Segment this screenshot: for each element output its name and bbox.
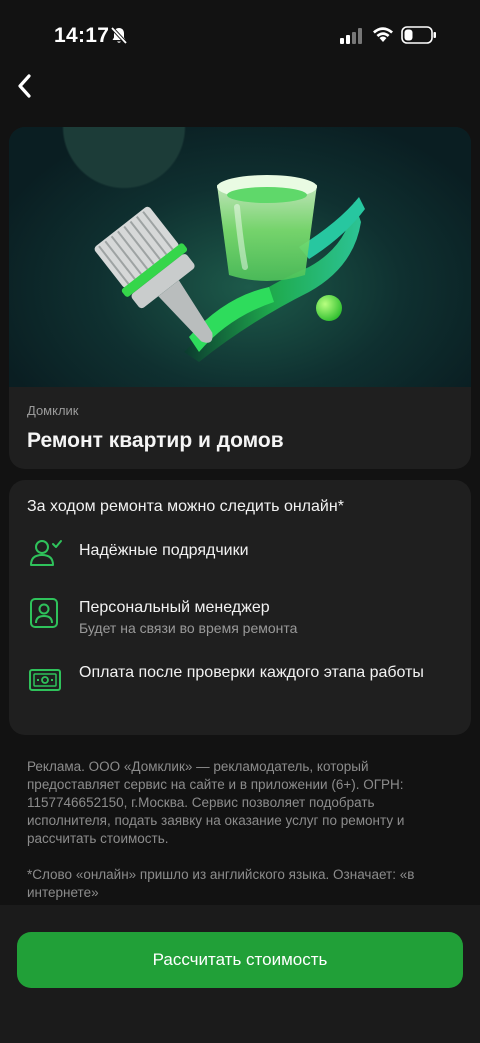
bell-off-icon: [110, 26, 128, 51]
hero-illustration: [9, 127, 471, 387]
calculate-cost-button[interactable]: Рассчитать стоимость: [17, 932, 463, 988]
manager-icon: [29, 597, 59, 634]
battery-icon: [401, 26, 437, 49]
ad-disclaimer-text: Реклама. ООО «Домклик» — рекламодатель, …: [27, 759, 405, 846]
features-heading: За ходом ремонта можно следить онлайн*: [27, 498, 344, 515]
hero-source-label: Домклик: [27, 403, 79, 418]
status-bar: 14:17: [0, 0, 480, 70]
wifi-icon: [372, 25, 394, 48]
feature-subtitle: Будет на связи во время ремонта: [79, 620, 298, 636]
status-time: 14:17: [54, 24, 110, 47]
person-check-icon: [29, 538, 63, 573]
banknote-icon: [29, 667, 61, 698]
footnote-text: *Слово «онлайн» пришло из английского яз…: [27, 867, 415, 900]
feature-title: Оплата после проверки каждого этапа рабо…: [79, 664, 424, 681]
service-hero-card: Домклик Ремонт квартир и домов: [9, 127, 471, 469]
page-title: Ремонт квартир и домов: [27, 429, 284, 452]
back-button[interactable]: [6, 66, 42, 106]
chevron-left-icon: [18, 74, 31, 98]
features-card: За ходом ремонта можно следить онлайн* Н…: [9, 480, 471, 735]
feature-title: Персональный менеджер: [79, 599, 270, 616]
cellular-signal-icon: [340, 28, 364, 49]
legal-disclaimer: Реклама. ООО «Домклик» — рекламодатель, …: [27, 758, 457, 902]
feature-title: Надёжные подрядчики: [79, 542, 249, 559]
